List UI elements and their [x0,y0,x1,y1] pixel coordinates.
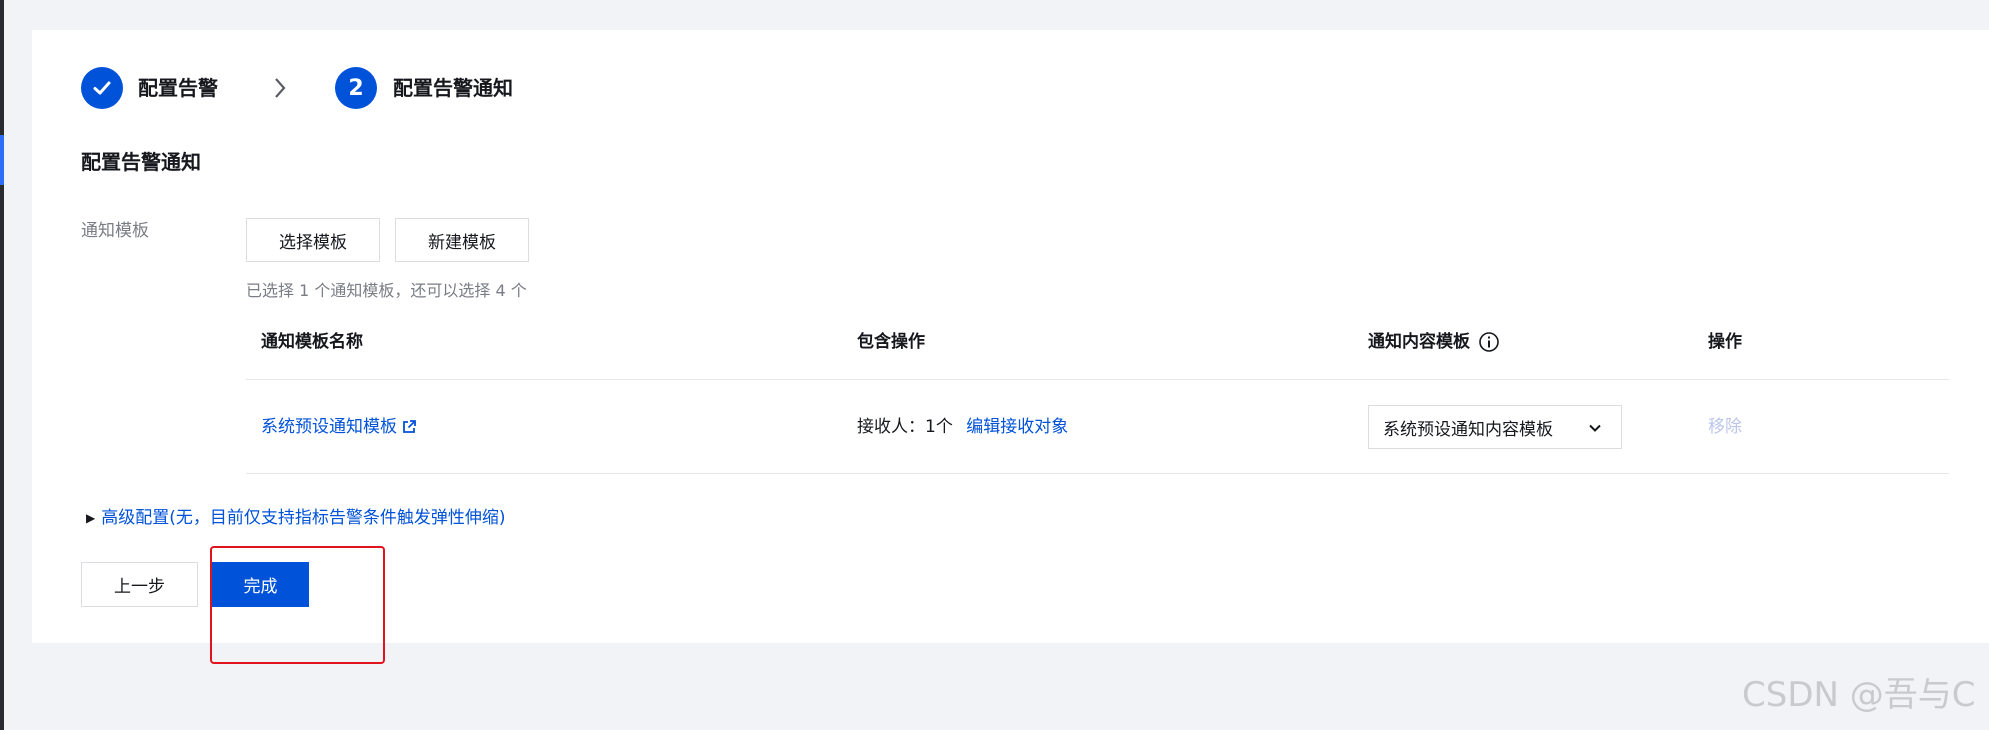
info-icon[interactable] [1478,331,1500,353]
column-header-content-template-label: 通知内容模板 [1368,332,1470,352]
content-template-select-value: 系统预设通知内容模板 [1383,419,1553,440]
notify-template-label: 通知模板 [81,221,149,241]
step-2-circle: 2 [335,67,377,109]
chevron-down-icon [1589,424,1601,432]
table-row-divider [246,473,1949,474]
chevron-right-icon [275,78,286,98]
watermark: CSDN @吾与C [1742,675,1976,715]
column-header-content-template: 通知内容模板 [1368,330,1500,354]
remove-link[interactable]: 移除 [1708,415,1742,439]
column-header-template-name: 通知模板名称 [261,332,363,352]
page-title: 配置告警通知 [81,150,201,174]
sidebar-active-indicator [0,135,4,185]
receivers-cell: 接收人：1个 编辑接收对象 [857,415,1068,439]
edit-receivers-link[interactable]: 编辑接收对象 [966,417,1068,437]
step-2-label: 配置告警通知 [393,76,513,100]
step-1-label: 配置告警 [138,76,218,100]
highlight-box [210,546,385,664]
receivers-count: 接收人：1个 [857,417,953,437]
template-selection-hint: 已选择 1 个通知模板，还可以选择 4 个 [246,281,527,300]
advanced-config-label[interactable]: 高级配置(无，目前仅支持指标告警条件触发弹性伸缩) [101,506,505,530]
advanced-config-toggle[interactable]: ▶ 高级配置(无，目前仅支持指标告警条件触发弹性伸缩) [86,506,506,530]
table-header-divider [246,379,1949,380]
template-name-text[interactable]: 系统预设通知模板 [261,415,397,439]
check-icon [93,81,111,95]
column-header-action: 操作 [1708,332,1742,352]
new-template-button[interactable]: 新建模板 [395,218,529,262]
external-link-icon[interactable] [401,419,417,435]
step-1-done-circle [81,67,123,109]
content-template-select[interactable]: 系统预设通知内容模板 [1368,405,1622,449]
caret-right-icon: ▶ [86,511,96,525]
select-template-button[interactable]: 选择模板 [246,218,380,262]
template-name-link[interactable]: 系统预设通知模板 [261,415,417,439]
window-left-edge [0,0,4,730]
column-header-operations: 包含操作 [857,332,925,352]
previous-step-button[interactable]: 上一步 [81,562,198,607]
